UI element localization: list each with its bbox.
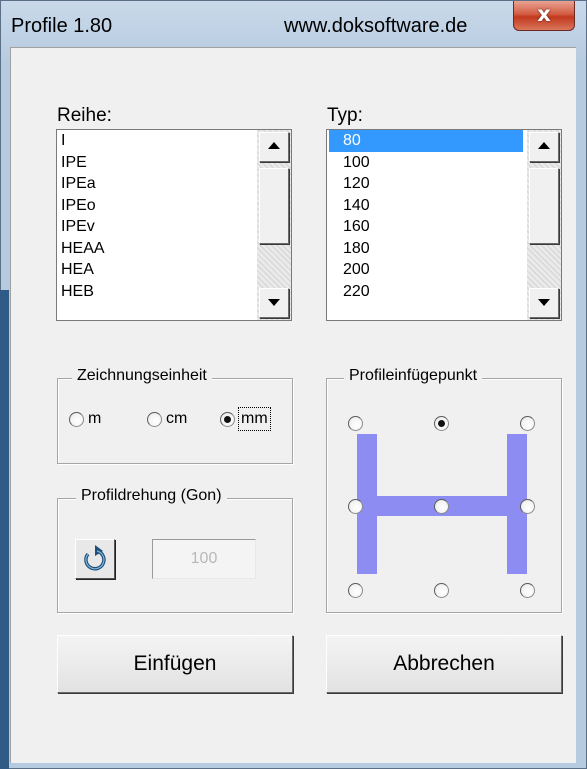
background-window-edge — [0, 290, 9, 769]
reihe-scrollbar[interactable] — [257, 130, 291, 320]
close-button[interactable]: x — [513, 1, 575, 31]
title-bar[interactable]: Profile 1.80 www.doksoftware.de x — [1, 1, 586, 47]
unit-mm-radio[interactable] — [220, 412, 235, 427]
profile-dialog-window: Profile 1.80 www.doksoftware.de x Reihe:… — [0, 0, 587, 769]
scroll-thumb[interactable] — [529, 168, 559, 244]
list-item[interactable]: 160 — [327, 216, 523, 238]
reihe-label: Reihe: — [57, 105, 112, 126]
arrow-down-icon — [538, 299, 550, 306]
list-item[interactable]: I — [57, 130, 253, 152]
scroll-up-button[interactable] — [259, 132, 289, 162]
dialog-client-area: Reihe: I IPE IPEa IPEo IPEv HEAA HEA HEB… — [10, 47, 576, 763]
typ-listbox[interactable]: 80 100 120 140 160 180 200 220 — [326, 129, 562, 321]
unit-mm-label: mm — [238, 407, 271, 431]
profildrehung-group: Profildrehung (Gon) 100 — [57, 487, 293, 613]
scroll-up-button[interactable] — [529, 132, 559, 162]
unit-m-radio[interactable] — [69, 412, 84, 427]
insert-point-top-center-radio[interactable] — [434, 416, 449, 431]
insert-point-center-radio[interactable] — [434, 499, 449, 514]
profileinfuegepunkt-group: Profileinfügepunkt — [326, 367, 562, 613]
einfuegen-button[interactable]: Einfügen — [57, 635, 293, 693]
arrow-up-icon — [538, 142, 550, 149]
zeichnungseinheit-group: Zeichnungseinheit m cm mm — [57, 367, 293, 464]
rotate-icon — [84, 545, 106, 571]
list-item[interactable]: IPEv — [57, 216, 253, 238]
scroll-down-button[interactable] — [529, 288, 559, 318]
insert-point-bottom-center-radio[interactable] — [434, 583, 449, 598]
abbrechen-button[interactable]: Abbrechen — [326, 635, 562, 693]
insert-point-bottom-left-radio[interactable] — [348, 583, 363, 598]
typ-items: 80 100 120 140 160 180 200 220 — [327, 130, 523, 302]
insert-point-middle-left-radio[interactable] — [348, 499, 363, 514]
list-item[interactable]: IPEa — [57, 173, 253, 195]
insert-point-middle-right-radio[interactable] — [520, 499, 535, 514]
insert-point-top-left-radio[interactable] — [348, 416, 363, 431]
list-item[interactable]: 140 — [327, 195, 523, 217]
window-title: Profile 1.80 — [11, 15, 113, 37]
list-item[interactable]: 100 — [327, 152, 523, 174]
list-item[interactable]: HEA — [57, 259, 253, 281]
typ-scrollbar[interactable] — [527, 130, 561, 320]
arrow-up-icon — [268, 142, 280, 149]
arrow-down-icon — [268, 299, 280, 306]
rotation-input[interactable]: 100 — [152, 539, 256, 579]
unit-cm-radio[interactable] — [147, 412, 162, 427]
list-item[interactable]: 200 — [327, 259, 523, 281]
insert-point-top-right-radio[interactable] — [520, 416, 535, 431]
list-item[interactable]: 120 — [327, 173, 523, 195]
reihe-listbox[interactable]: I IPE IPEa IPEo IPEv HEAA HEA HEB — [56, 129, 292, 321]
close-icon: x — [537, 2, 551, 26]
rotate-button[interactable] — [75, 539, 115, 579]
unit-m-label: m — [88, 410, 102, 427]
list-item[interactable]: 220 — [327, 281, 523, 303]
list-item-selected[interactable]: 80 — [329, 130, 523, 152]
list-item[interactable]: IPEo — [57, 195, 253, 217]
zeichnungseinheit-title: Zeichnungseinheit — [72, 367, 212, 385]
profileinfuegepunkt-title: Profileinfügepunkt — [344, 367, 483, 385]
list-item[interactable]: 180 — [327, 238, 523, 260]
scroll-thumb[interactable] — [259, 168, 289, 244]
scroll-down-button[interactable] — [259, 288, 289, 318]
website-label: www.doksoftware.de — [284, 15, 468, 37]
profildrehung-title: Profildrehung (Gon) — [76, 487, 227, 505]
typ-label: Typ: — [327, 105, 363, 126]
list-item[interactable]: HEB — [57, 281, 253, 303]
unit-cm-label: cm — [166, 410, 188, 427]
reihe-items: I IPE IPEa IPEo IPEv HEAA HEA HEB — [57, 130, 253, 302]
list-item[interactable]: HEAA — [57, 238, 253, 260]
insert-point-bottom-right-radio[interactable] — [520, 583, 535, 598]
list-item[interactable]: IPE — [57, 152, 253, 174]
